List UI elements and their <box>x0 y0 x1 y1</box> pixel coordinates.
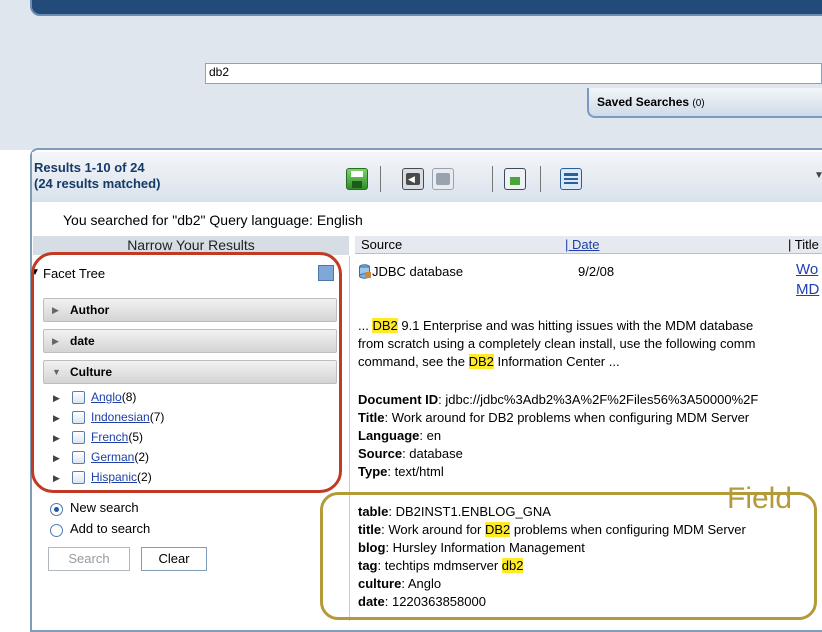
meta-type: Type: text/html <box>358 464 444 480</box>
saved-searches-label: Saved Searches <box>597 95 690 109</box>
field-culture: culture: Anglo <box>358 576 441 592</box>
meta-document-id: Document ID: jdbc://jdbc%3Adb2%3A%2F%2Fi… <box>358 392 758 408</box>
snippet-text: command, see the <box>358 354 469 369</box>
result-date: 9/2/08 <box>578 264 615 279</box>
top-banner <box>30 0 822 16</box>
field-label: title <box>358 522 382 537</box>
toolbar-separator <box>540 166 541 192</box>
snippet-highlight: DB2 <box>468 354 494 369</box>
database-icon <box>359 264 371 279</box>
chevron-down-icon[interactable]: ▼ <box>814 170 822 181</box>
field-table: table: DB2INST1.ENBLOG_GNA <box>358 504 551 520</box>
saved-searches-count: (0) <box>692 98 705 109</box>
searched-for-line: You searched for "db2" Query language: E… <box>63 212 363 228</box>
field-value: : 1220363858000 <box>384 594 486 609</box>
snippet-text: Information Center ... <box>493 354 620 369</box>
column-title[interactable]: | Title <box>788 236 819 253</box>
annotation-red-oval <box>31 252 342 493</box>
results-count-line2: (24 results matched) <box>34 176 161 191</box>
add-to-search-radio[interactable] <box>50 524 63 537</box>
result-title-link[interactable]: MD <box>796 282 819 298</box>
field-label: table <box>358 504 389 519</box>
forward-icon[interactable] <box>432 168 454 190</box>
meta-label: Type <box>358 464 388 479</box>
search-button[interactable]: Search <box>48 547 130 571</box>
meta-label: Language <box>358 428 420 443</box>
saved-searches-tab[interactable]: Saved Searches (0) <box>587 88 822 118</box>
search-input[interactable]: db2 <box>205 63 822 84</box>
field-value: : Hursley Information Management <box>385 540 585 555</box>
field-value: : techtips mdmserver <box>377 558 502 573</box>
new-search-label: New search <box>70 500 139 515</box>
snippet-text: ... <box>358 318 373 333</box>
column-source[interactable]: Source <box>361 236 402 253</box>
field-label: blog <box>358 540 386 555</box>
column-date[interactable]: | Date <box>565 236 599 253</box>
snippet-text: 9.1 Enterprise and was hitting issues wi… <box>397 318 754 333</box>
field-label: date <box>358 594 385 609</box>
meta-source: Source: database <box>358 446 463 462</box>
snippet-line: ... DB2 9.1 Enterprise and was hitting i… <box>358 318 753 334</box>
field-highlight: DB2 <box>484 522 511 537</box>
snippet-highlight: DB2 <box>372 318 398 333</box>
field-value: problems when configuring MDM Server <box>510 522 746 537</box>
meta-value: : en <box>419 428 442 443</box>
meta-language: Language: en <box>358 428 441 444</box>
toolbar-separator <box>492 166 493 192</box>
meta-label: Title <box>358 410 385 425</box>
toolbar-separator <box>380 166 381 192</box>
meta-value: : database <box>402 446 463 461</box>
snippet-line: from scratch using a completely clean in… <box>358 336 756 351</box>
field-label: culture <box>358 576 402 591</box>
add-to-search-label: Add to search <box>70 521 151 536</box>
image-icon[interactable] <box>504 168 526 190</box>
meta-value: : jdbc://jdbc%3Adb2%3A%2F%2Files56%3A500… <box>438 392 759 407</box>
field-value: : Anglo <box>401 576 442 591</box>
clear-button[interactable]: Clear <box>141 547 207 571</box>
field-blog: blog: Hursley Information Management <box>358 540 585 556</box>
field-tag: tag: techtips mdmserver db2 <box>358 558 524 574</box>
snippet-line: command, see the DB2 Information Center … <box>358 354 620 370</box>
meta-title: Title: Work around for DB2 problems when… <box>358 410 749 426</box>
result-source: JDBC database <box>372 264 464 279</box>
field-title: title: Work around for DB2 problems when… <box>358 522 746 538</box>
save-icon[interactable] <box>346 168 368 190</box>
result-title-link[interactable]: Wo <box>796 262 818 278</box>
meta-label: Document ID <box>358 392 439 407</box>
results-column-header: Source | Date | Title <box>355 236 822 254</box>
field-highlight: db2 <box>501 558 524 573</box>
back-icon[interactable]: ◀ <box>402 168 424 190</box>
field-date: date: 1220363858000 <box>358 594 486 610</box>
meta-value: : Work around for DB2 problems when conf… <box>384 410 750 425</box>
field-label: tag <box>358 558 378 573</box>
field-value: : Work around for <box>381 522 485 537</box>
results-count: Results 1-10 of 24 (24 results matched) <box>34 160 160 192</box>
new-search-radio[interactable] <box>50 503 63 516</box>
field-value: : DB2INST1.ENBLOG_GNA <box>388 504 551 519</box>
meta-label: Source <box>358 446 403 461</box>
list-icon[interactable] <box>560 168 582 190</box>
meta-value: : text/html <box>387 464 444 479</box>
results-count-line1: Results 1-10 of 24 <box>34 160 145 175</box>
